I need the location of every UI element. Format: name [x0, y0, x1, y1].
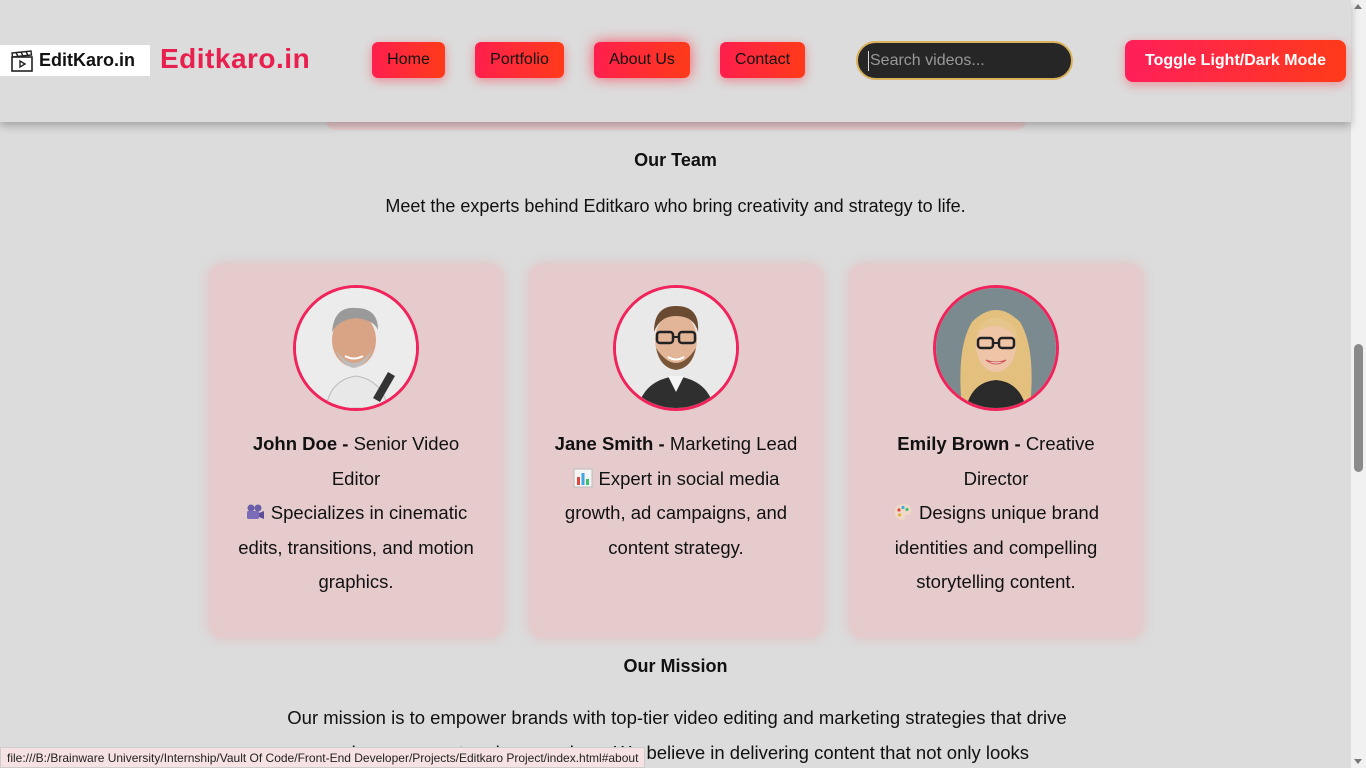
name-separator: - [653, 433, 670, 454]
member-name: Jane Smith [554, 433, 654, 454]
search-placeholder: Search videos... [870, 51, 985, 69]
mission-title: Our Mission [623, 656, 728, 676]
member-description: Expert in social media growth, ad campai… [564, 467, 788, 558]
scroll-down-arrow-icon[interactable] [1354, 759, 1362, 764]
member-description: Specializes in cinematic edits, transiti… [238, 502, 474, 592]
logo-text: EditKaro.in [39, 50, 136, 70]
scroll-up-arrow-icon[interactable] [1354, 4, 1362, 9]
team-card-emily: Emily Brown - Creative Director Designs … [850, 265, 1142, 637]
avatar-jane [613, 285, 739, 411]
nav-home-button[interactable]: Home [372, 42, 445, 78]
logo[interactable]: EditKaro.in [0, 45, 150, 76]
team-intro: Meet the experts behind Editkaro who bri… [385, 196, 966, 216]
status-bar-url: file:///B:/Brainware University/Internsh… [0, 747, 646, 768]
search-input[interactable]: Search videos... [856, 41, 1073, 80]
member-name: Emily Brown [897, 433, 1010, 454]
team-card-jane: Jane Smith - Marketing Lead Expert in so… [530, 265, 822, 637]
name-separator: - [1009, 433, 1026, 454]
avatar-emily [933, 285, 1059, 411]
nav-portfolio-button[interactable]: Portfolio [475, 42, 564, 78]
member-description: Designs unique brand identities and comp… [894, 502, 1099, 592]
clapperboard-icon [10, 49, 34, 73]
member-role: Marketing Lead [669, 433, 798, 454]
scroll-thumb[interactable] [1354, 344, 1363, 472]
theme-toggle-button[interactable]: Toggle Light/Dark Mode [1125, 40, 1346, 82]
member-name: John Doe [252, 433, 338, 454]
page-scrollbar[interactable] [1351, 0, 1366, 768]
brand-title[interactable]: Editkaro.in [160, 43, 310, 75]
nav-about-button[interactable]: About Us [594, 42, 690, 78]
film-camera-icon [245, 499, 265, 519]
team-title: Our Team [634, 150, 717, 170]
site-header: EditKaro.in Editkaro.in Home Portfolio A… [0, 0, 1351, 122]
name-separator: - [337, 433, 354, 454]
nav-contact-button[interactable]: Contact [720, 42, 805, 78]
bar-chart-icon [573, 465, 593, 487]
team-card-john: John Doe - Senior Video Editor Specializ… [210, 265, 502, 637]
palette-icon [893, 499, 913, 520]
avatar-john [293, 285, 419, 411]
